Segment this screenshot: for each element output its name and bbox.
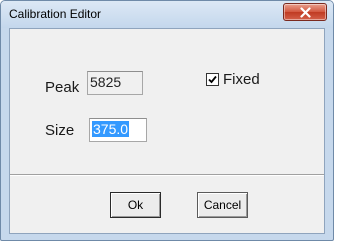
peak-value: 5825 [90, 74, 122, 90]
fixed-label[interactable]: Fixed [223, 71, 260, 88]
checkmark-icon [208, 75, 217, 84]
window-title: Calibration Editor [9, 7, 102, 21]
size-label: Size [45, 122, 75, 139]
dialog-body: Peak 5825 Fixed Size 375.0 Ok Cancel [9, 28, 325, 234]
close-button[interactable] [283, 3, 327, 21]
title-bar[interactable]: Calibration Editor [1, 1, 333, 28]
size-value: 375.0 [92, 121, 130, 137]
separator [10, 174, 324, 176]
ok-button[interactable]: Ok [110, 192, 161, 218]
fixed-checkbox[interactable] [206, 73, 219, 86]
size-input[interactable]: 375.0 [89, 118, 147, 142]
peak-label: Peak [45, 79, 80, 96]
cancel-button[interactable]: Cancel [197, 192, 248, 218]
dialog-window: Calibration Editor Peak 5825 Fixed Size … [0, 0, 334, 241]
close-x-icon [300, 7, 311, 18]
peak-field[interactable]: 5825 [87, 71, 143, 95]
